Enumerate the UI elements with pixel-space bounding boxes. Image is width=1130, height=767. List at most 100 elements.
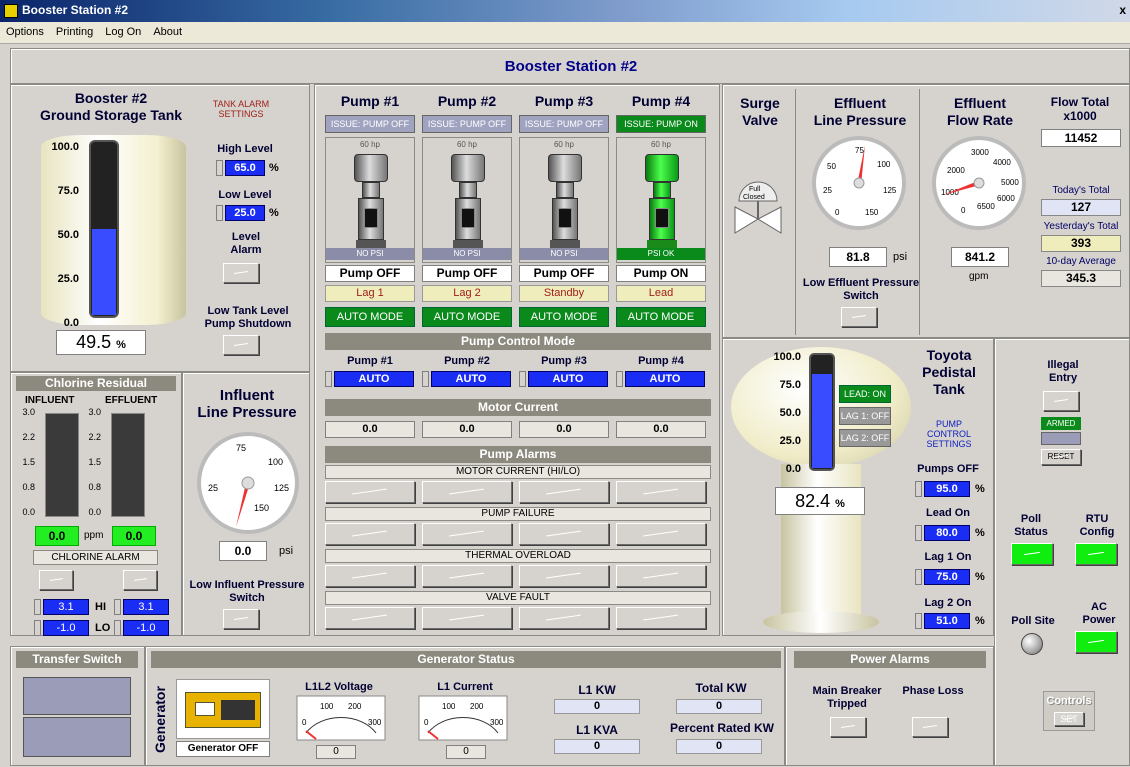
pump-mode-select[interactable]: AUTO	[625, 371, 705, 387]
menu-printing[interactable]: Printing	[50, 22, 99, 38]
lag1-on-input[interactable]: 75.0	[924, 569, 970, 585]
pump-alarm-indicator[interactable]	[325, 565, 415, 587]
high-level-spinner[interactable]	[216, 160, 223, 176]
pump-mode-spinner[interactable]	[519, 371, 526, 387]
pump-auto-mode-button[interactable]: AUTO MODE	[616, 307, 706, 327]
transfer-switch-title: Transfer Switch	[16, 651, 138, 668]
effluent-flow-value: 841.2	[951, 247, 1009, 267]
hi2-spinner[interactable]	[114, 599, 121, 615]
close-button[interactable]: x	[1119, 3, 1126, 17]
poll-status-line2: Status	[1014, 526, 1048, 538]
pump-mode-label: Pump #4	[638, 355, 684, 367]
pump-auto-mode-button[interactable]: AUTO MODE	[519, 307, 609, 327]
chlorine-scale-right: 3.0 2.2 1.5 0.8 0.0	[77, 407, 101, 517]
low-influent-switch-label: Low Influent Pressure Switch	[189, 579, 305, 604]
scale-label: 2.2	[22, 432, 35, 442]
pump-mode-spinner[interactable]	[616, 371, 623, 387]
influent-pressure-title: Influent Line Pressure	[183, 387, 311, 421]
low-effluent-switch[interactable]	[841, 307, 877, 327]
pump-alarm-indicator[interactable]	[519, 607, 609, 629]
menu-about[interactable]: About	[147, 22, 188, 38]
pump-alarm-indicator[interactable]	[422, 481, 512, 503]
hi1-spinner[interactable]	[34, 599, 41, 615]
rtu-config-button[interactable]	[1075, 543, 1117, 565]
lead-on-input[interactable]: 80.0	[924, 525, 970, 541]
phase-loss-indicator[interactable]	[912, 717, 948, 737]
total-kw-value: 0	[676, 699, 762, 714]
pump-alarm-indicator[interactable]	[616, 481, 706, 503]
effluent-pressure-title: Effluent Line Pressure	[797, 95, 923, 129]
pump-alarm-indicator[interactable]	[422, 523, 512, 545]
todays-total-label: Today's Total	[1052, 185, 1110, 196]
voltage-value: 0	[316, 745, 356, 759]
pump-alarm-indicator[interactable]	[519, 481, 609, 503]
pump-alarm-indicator[interactable]	[616, 607, 706, 629]
pump-alarm-indicator[interactable]	[422, 607, 512, 629]
lag1-on-spinner[interactable]	[915, 569, 922, 585]
level-alarm-indicator[interactable]	[223, 263, 259, 283]
influent-chlorine-alarm[interactable]	[39, 570, 73, 590]
lo2-spinner[interactable]	[114, 620, 121, 636]
scale-label: 1.5	[88, 457, 101, 467]
pump-alarm-indicator[interactable]	[325, 523, 415, 545]
pump-alarm-indicator[interactable]	[616, 565, 706, 587]
effluent-pressure-value: 81.8	[829, 247, 887, 267]
reset-label: RESET	[1047, 452, 1075, 461]
effluent-lo-input[interactable]: -1.0	[123, 620, 169, 636]
pump-mode-spinner[interactable]	[325, 371, 332, 387]
gauge-tick: 0	[961, 206, 966, 215]
gauge-tick: 50	[827, 162, 836, 171]
surge-state-line1: Full	[749, 186, 761, 193]
effluent-pressure-title-line1: Effluent	[833, 95, 887, 111]
pumps-off-label: Pumps OFF	[917, 463, 979, 475]
surge-title-line1: Surge	[740, 95, 780, 111]
chlorine-scale-left: 3.0 2.2 1.5 0.8 0.0	[11, 407, 35, 517]
illegal-entry-indicator[interactable]	[1043, 391, 1079, 411]
effluent-hi-input[interactable]: 3.1	[123, 599, 169, 615]
high-level-input[interactable]: 65.0	[225, 160, 265, 176]
effluent-chlorine-alarm[interactable]	[123, 570, 157, 590]
low-level-input[interactable]: 25.0	[225, 205, 265, 221]
pump-auto-mode-button[interactable]: AUTO MODE	[422, 307, 512, 327]
pump-alarm-indicator[interactable]	[616, 523, 706, 545]
reset-button[interactable]: RESET	[1041, 449, 1081, 465]
pump-mode-spinner[interactable]	[422, 371, 429, 387]
storage-tank-scale: 100.0 75.0 50.0 25.0 0.0	[35, 141, 79, 329]
lag1-on-label: Lag 1 On	[924, 551, 972, 563]
gauge-tick: 5000	[1001, 178, 1019, 187]
pump-alarm-indicator[interactable]	[325, 607, 415, 629]
pump-alarm-indicator[interactable]	[519, 523, 609, 545]
influent-lo-input[interactable]: -1.0	[43, 620, 89, 636]
pumps-off-spinner[interactable]	[915, 481, 922, 497]
ac-power-title: AC Power	[1069, 601, 1129, 627]
influent-hi-input[interactable]: 3.1	[43, 599, 89, 615]
low-level-spinner[interactable]	[216, 205, 223, 221]
gauge-tick: 4000	[993, 158, 1011, 167]
pump-mode-select[interactable]: AUTO	[431, 371, 511, 387]
generator-image	[176, 679, 270, 739]
lo1-spinner[interactable]	[34, 620, 41, 636]
pump-mode-select[interactable]: AUTO	[334, 371, 414, 387]
pumps-off-input[interactable]: 95.0	[924, 481, 970, 497]
lag2-on-spinner[interactable]	[915, 613, 922, 629]
pump-role: Lead	[616, 285, 706, 302]
poll-status-indicator[interactable]	[1011, 543, 1053, 565]
lag2-on-input[interactable]: 51.0	[924, 613, 970, 629]
controls-set-button[interactable]: SET	[1054, 712, 1084, 726]
main-breaker-indicator[interactable]	[830, 717, 866, 737]
lead-on-spinner[interactable]	[915, 525, 922, 541]
pump-alarm-indicator[interactable]	[325, 481, 415, 503]
low-influent-switch[interactable]	[223, 609, 259, 629]
pedistal-title-line1: Toyota	[926, 347, 972, 363]
meter-tick: 0	[302, 718, 307, 727]
pump-auto-mode-button[interactable]: AUTO MODE	[325, 307, 415, 327]
menu-log-on[interactable]: Log On	[99, 22, 147, 38]
menu-options[interactable]: Options	[0, 22, 50, 38]
pump-alarm-indicator[interactable]	[519, 565, 609, 587]
poll-site-knob[interactable]	[1021, 633, 1043, 655]
low-tank-shutdown-indicator[interactable]	[223, 335, 259, 355]
pump-alarm-indicator[interactable]	[422, 565, 512, 587]
ac-power-indicator[interactable]	[1075, 631, 1117, 653]
generator-panel: Generator Status Generator Generator OFF…	[145, 646, 785, 766]
pump-mode-select[interactable]: AUTO	[528, 371, 608, 387]
